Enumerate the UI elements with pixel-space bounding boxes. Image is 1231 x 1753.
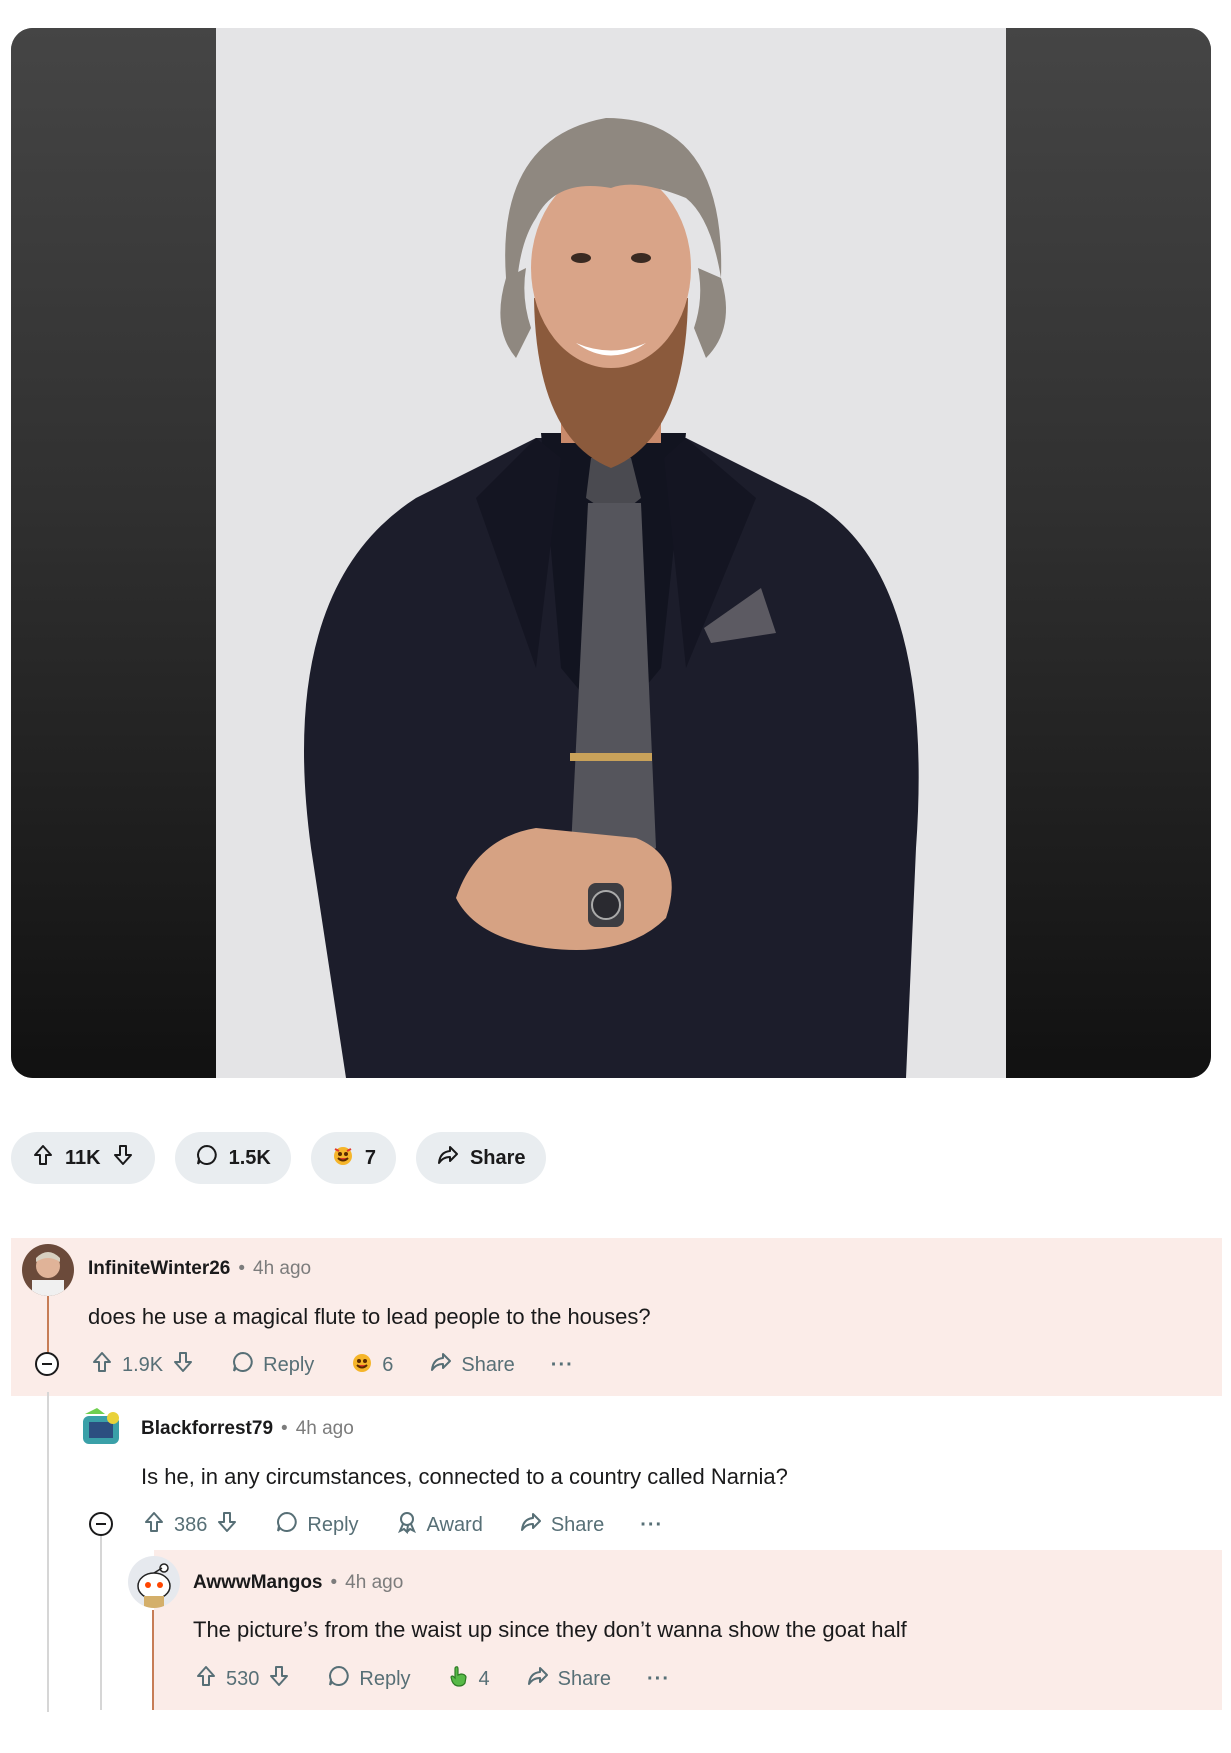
share-icon [519, 1510, 543, 1540]
thread-line[interactable] [100, 1530, 102, 1710]
reply-label: Reply [307, 1513, 359, 1536]
award-emoji-icon [350, 1350, 374, 1380]
share-label: Share [461, 1353, 515, 1376]
comment-score: 530 [226, 1667, 260, 1690]
share-button[interactable]: Share [519, 1510, 604, 1540]
downvote-icon[interactable] [215, 1510, 239, 1540]
separator-dot: • [330, 1572, 338, 1593]
share-button[interactable]: Share [526, 1664, 611, 1694]
post-action-bar: 11K 1.5K 7 Share [11, 1132, 546, 1184]
share-label: Share [557, 1667, 612, 1690]
timestamp: 4h ago [295, 1418, 354, 1439]
reply-button[interactable]: Reply [231, 1350, 314, 1380]
more-options-button[interactable]: ··· [551, 1354, 574, 1377]
comment-icon [327, 1664, 351, 1694]
comments-button[interactable]: 1.5K [174, 1132, 291, 1184]
share-label: Share [550, 1513, 605, 1536]
comment-actions: 386 Reply Award Share ··· [142, 1510, 663, 1540]
share-button[interactable]: Share [415, 1132, 546, 1184]
timestamp: 4h ago [253, 1258, 312, 1279]
vote-pill: 11K [11, 1132, 155, 1184]
post-score: 11K [65, 1146, 101, 1169]
upvote-icon[interactable] [31, 1143, 55, 1173]
separator-dot: • [238, 1258, 245, 1279]
award-button[interactable]: 6 [350, 1350, 393, 1380]
upvote-icon[interactable] [194, 1664, 218, 1694]
share-icon [436, 1143, 460, 1173]
award-count: 4 [478, 1667, 490, 1690]
share-label: Share [469, 1146, 526, 1169]
image-blur-left [11, 28, 216, 1078]
award-count: 7 [364, 1146, 376, 1169]
comment-meta: InfiniteWinter26 • 4h ago [88, 1258, 311, 1280]
reply-label: Reply [263, 1353, 315, 1376]
share-icon [429, 1350, 453, 1380]
reply-label: Reply [359, 1667, 411, 1690]
more-options-button[interactable]: ··· [647, 1668, 670, 1691]
collapse-thread-button[interactable] [89, 1512, 113, 1536]
award-emoji-icon [331, 1143, 355, 1173]
more-options-button[interactable]: ··· [640, 1514, 663, 1537]
downvote-icon[interactable] [171, 1350, 195, 1380]
comment-score: 1.9K [122, 1353, 164, 1376]
share-button[interactable]: Share [429, 1350, 515, 1380]
downvote-icon[interactable] [267, 1664, 291, 1694]
comment-score: 386 [174, 1513, 208, 1536]
comment-icon [275, 1510, 299, 1540]
comment-text: does he use a magical flute to lead peop… [88, 1304, 651, 1329]
timestamp: 4h ago [345, 1572, 404, 1593]
comment-icon [195, 1143, 219, 1173]
username[interactable]: AwwwMangos [193, 1572, 323, 1594]
avatar[interactable] [22, 1244, 74, 1296]
collapse-thread-button[interactable] [35, 1352, 59, 1376]
award-button[interactable]: 4 [447, 1664, 490, 1694]
share-icon [526, 1664, 550, 1694]
comment-meta: Blackforrest79 • 4h ago [141, 1418, 354, 1440]
portrait-photo [216, 28, 1006, 1078]
reply-button[interactable]: Reply [275, 1510, 359, 1540]
thread-line [152, 1610, 154, 1710]
comment-text: The picture’s from the waist up since th… [193, 1617, 907, 1642]
comment-count: 1.5K [228, 1146, 271, 1169]
comment-text: Is he, in any circumstances, connected t… [141, 1464, 788, 1489]
award-hand-icon [447, 1664, 471, 1694]
separator-dot: • [281, 1418, 288, 1439]
post-image[interactable] [11, 28, 1211, 1078]
username[interactable]: InfiniteWinter26 [88, 1258, 230, 1280]
reply-button[interactable]: Reply [327, 1664, 411, 1694]
comment-meta: AwwwMangos • 4h ago [193, 1572, 403, 1594]
image-blur-right [1006, 28, 1211, 1078]
avatar[interactable] [75, 1402, 127, 1454]
comment-icon [231, 1350, 255, 1380]
thread-line[interactable] [47, 1392, 49, 1712]
comment-actions: 1.9K Reply 6 Share ··· [90, 1350, 574, 1380]
award-label: Award [426, 1513, 483, 1536]
downvote-icon[interactable] [111, 1143, 135, 1173]
avatar[interactable] [128, 1556, 180, 1608]
comment-actions: 530 Reply 4 Share ··· [194, 1664, 670, 1694]
upvote-icon[interactable] [90, 1350, 114, 1380]
award-count: 6 [382, 1353, 394, 1376]
award-ribbon-icon [395, 1510, 419, 1540]
awards-button[interactable]: 7 [310, 1132, 396, 1184]
username[interactable]: Blackforrest79 [141, 1418, 273, 1440]
upvote-icon[interactable] [142, 1510, 166, 1540]
award-button[interactable]: Award [395, 1510, 483, 1540]
